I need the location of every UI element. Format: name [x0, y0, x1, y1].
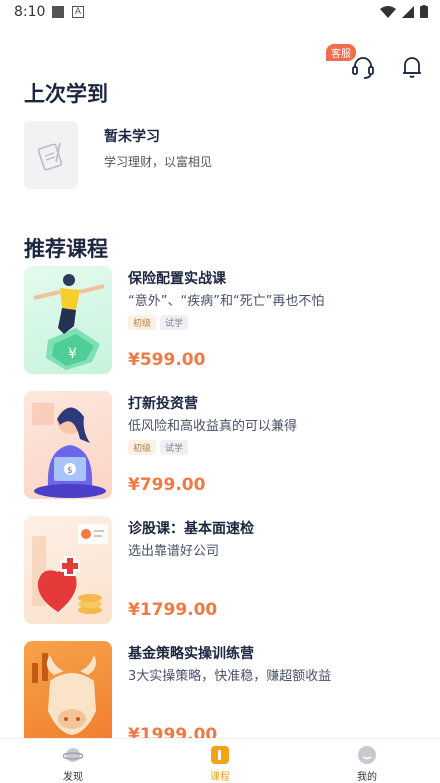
course-card[interactable]: $ 打新投资营 低风险和高收益真的可以兼得 初级 试学 ¥799.00	[24, 391, 424, 503]
course-desc: 选出靠谱好公司	[128, 544, 220, 559]
customer-service-icon[interactable]	[350, 54, 376, 80]
course-title: 打新投资营	[128, 396, 198, 412]
recommended-title: 推荐课程	[24, 237, 108, 261]
course-thumb-fund	[24, 641, 112, 749]
last-learned-title: 上次学到	[24, 82, 108, 106]
course-title: 保险配置实战课	[128, 271, 226, 287]
tab-discover[interactable]: 发现	[33, 739, 113, 783]
tag-level: 初级	[128, 440, 157, 455]
course-thumb-ipo: $	[24, 391, 112, 499]
note-icon	[37, 142, 63, 171]
battery-icon	[420, 5, 428, 18]
tag-trial: 试学	[160, 315, 189, 330]
course-book-icon	[211, 746, 229, 764]
tab-label: 我的	[357, 772, 377, 783]
tab-label: 课程	[210, 772, 230, 783]
notification-icon	[52, 6, 64, 18]
status-bar: 8:10 A	[0, 0, 440, 26]
notification-a-icon: A	[72, 6, 84, 18]
tab-mine[interactable]: 我的	[327, 739, 407, 783]
course-price: ¥599.00	[128, 350, 206, 370]
status-time: 8:10	[14, 4, 46, 20]
course-card[interactable]: 诊股课：基本面速检 选出靠谱好公司 ¥1799.00	[24, 516, 424, 628]
last-learned-card[interactable]: 暂未学习 学习理财，以富相见	[24, 121, 424, 191]
last-learned-item-title: 暂未学习	[104, 129, 160, 145]
course-desc: 3大实操策略，快准稳，赚超额收益	[128, 669, 332, 684]
signal-icon	[402, 5, 414, 18]
bottom-tab-bar: 发现 课程 我的	[0, 738, 440, 783]
last-learned-item-subtitle: 学习理财，以富相见	[104, 155, 213, 169]
course-thumb-insurance: ¥	[24, 266, 112, 374]
svg-text:¥: ¥	[68, 346, 77, 362]
svg-text:$: $	[67, 466, 73, 476]
course-title: 基金策略实操训练营	[128, 646, 254, 662]
course-card[interactable]: 基金策略实操训练营 3大实操策略，快准稳，赚超额收益 ¥1999.00	[24, 641, 424, 753]
planet-icon	[63, 748, 83, 762]
bell-icon[interactable]	[400, 54, 424, 80]
tab-label: 发现	[63, 772, 83, 783]
course-price: ¥1799.00	[128, 600, 218, 620]
course-desc: “意外”、“疾病”和“死亡”再也不怕	[128, 294, 325, 309]
course-card[interactable]: ¥ 保险配置实战课 “意外”、“疾病”和“死亡”再也不怕 初级 试学 ¥599.…	[24, 266, 424, 378]
course-tags: 初级 试学	[128, 440, 189, 455]
course-title: 诊股课：基本面速检	[128, 521, 254, 537]
course-thumb-stock	[24, 516, 112, 624]
profile-icon	[358, 746, 376, 764]
empty-course-thumb	[24, 121, 78, 189]
wifi-icon	[380, 5, 396, 18]
course-price: ¥799.00	[128, 475, 206, 495]
header-actions: 客服	[326, 44, 426, 84]
tag-level: 初级	[128, 315, 157, 330]
course-desc: 低风险和高收益真的可以兼得	[128, 419, 298, 434]
tab-courses[interactable]: 课程	[180, 739, 260, 783]
tag-trial: 试学	[160, 440, 189, 455]
course-tags: 初级 试学	[128, 315, 189, 330]
